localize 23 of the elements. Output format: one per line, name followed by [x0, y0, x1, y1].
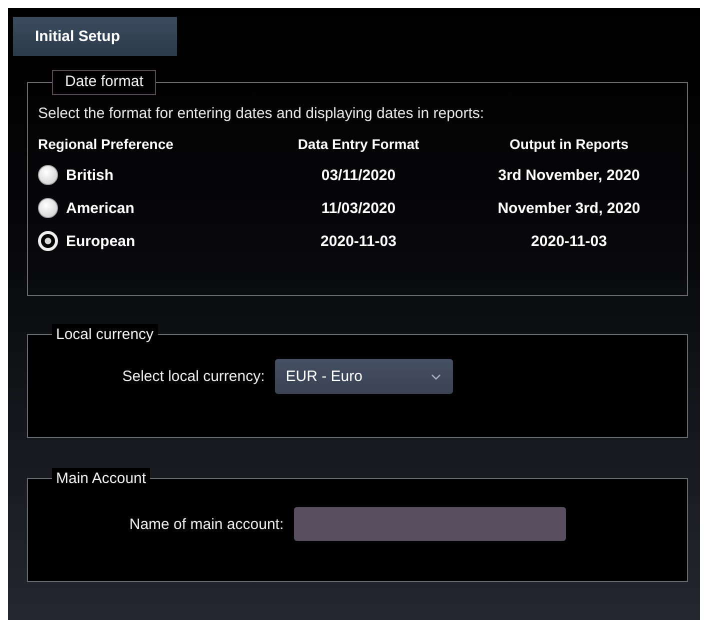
tab[interactable]: Initial Setup	[13, 17, 177, 56]
radio-button[interactable]	[38, 198, 58, 218]
radio-label[interactable]: British	[66, 166, 114, 184]
table-cell-text: November 3rd, 2020	[496, 200, 642, 216]
table-cell-text: 03/11/2020	[320, 166, 397, 184]
column-header: Data Entry Format	[296, 136, 420, 152]
radio-button[interactable]	[38, 165, 58, 185]
column-header: Output in Reports	[508, 136, 630, 152]
table-cell-text: 2020-11-03	[530, 232, 608, 250]
section-title: Local currency	[52, 324, 158, 345]
radio-label[interactable]: American	[66, 200, 134, 216]
input-field[interactable]	[294, 507, 566, 541]
currency-dropdown[interactable]: EUR - Euro	[274, 359, 453, 394]
table-cell-text: 11/03/2020	[320, 200, 397, 216]
field-label: Name of main account:	[129, 516, 284, 532]
column-header: Regional Preference	[38, 136, 174, 152]
field-label: Select local currency:	[122, 368, 265, 385]
instruction-text: Select the format for entering dates and displaying dates in reports:	[38, 105, 486, 122]
table-cell-text: 3rd November, 2020	[497, 166, 641, 184]
section-title: Date format	[52, 70, 156, 95]
radio-label[interactable]: European	[66, 232, 136, 250]
chevron-down-icon	[430, 374, 441, 380]
table-cell-text: 2020-11-03	[320, 232, 398, 250]
